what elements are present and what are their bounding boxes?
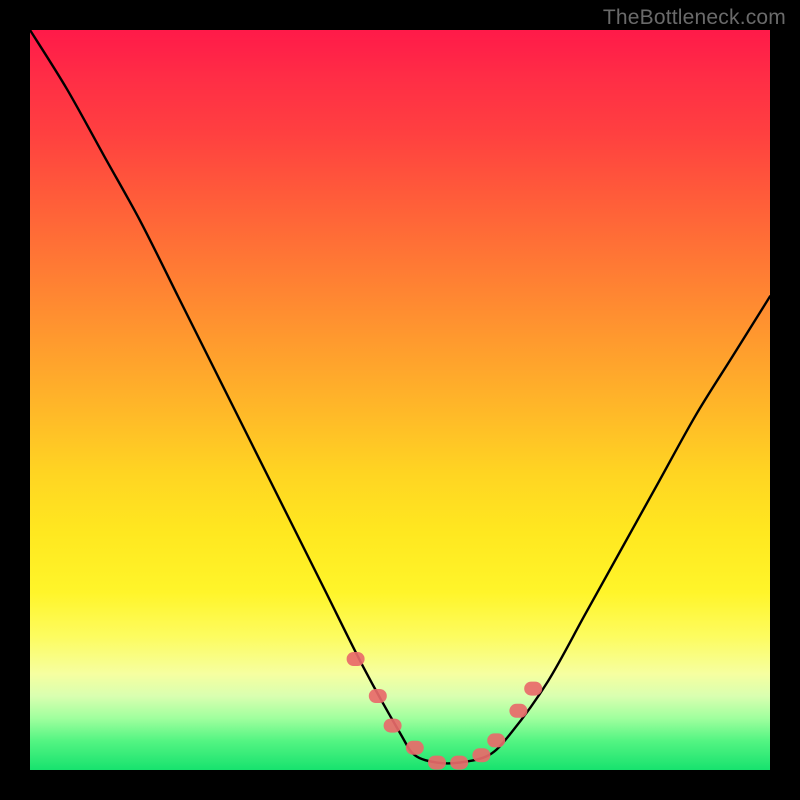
marker-layer (30, 30, 770, 770)
marker-dot (450, 756, 468, 770)
marker-dot (369, 689, 387, 703)
marker-group (347, 652, 543, 770)
marker-dot (472, 748, 490, 762)
chart-frame: TheBottleneck.com (0, 0, 800, 800)
marker-dot (347, 652, 365, 666)
marker-dot (487, 733, 505, 747)
marker-dot (509, 704, 527, 718)
marker-dot (406, 741, 424, 755)
marker-dot (428, 756, 446, 770)
watermark-text: TheBottleneck.com (603, 6, 786, 30)
plot-area (30, 30, 770, 770)
marker-dot (384, 719, 402, 733)
marker-dot (524, 682, 542, 696)
